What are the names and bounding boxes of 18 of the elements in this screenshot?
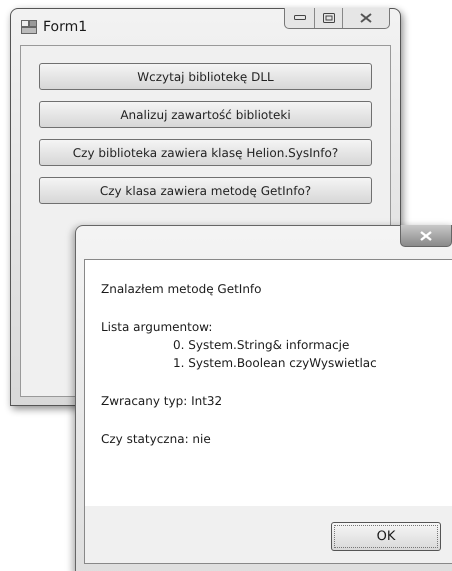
form-button[interactable]: Wczytaj bibliotekę DLL (39, 63, 372, 90)
message-text: Zwracany typ: Int32 (101, 393, 224, 410)
window-title: Form1 (43, 18, 88, 36)
minimize-icon (294, 15, 306, 21)
form-button[interactable]: Czy klasa zawiera metodę GetInfo? (39, 177, 372, 204)
close-icon (360, 13, 372, 23)
message-text: Czy statyczna: nie (101, 431, 212, 448)
ok-button[interactable]: OK (331, 522, 441, 551)
close-icon (420, 230, 432, 240)
argument-text: 1. System.Boolean czyWyswietlac (172, 355, 378, 372)
maximize-icon (322, 13, 334, 23)
close-button[interactable] (400, 225, 452, 247)
window-icon (21, 20, 37, 34)
argument-text: 0. System.String& informacje (172, 337, 350, 354)
form-button[interactable]: Czy biblioteka zawiera klasę Helion.SysInfo? (39, 139, 372, 166)
form-button[interactable]: Analizuj zawartość biblioteki (39, 101, 372, 128)
message-text: Lista argumentow: (101, 319, 214, 336)
message-text: Znalazłem metodę GetInfo (101, 281, 262, 298)
